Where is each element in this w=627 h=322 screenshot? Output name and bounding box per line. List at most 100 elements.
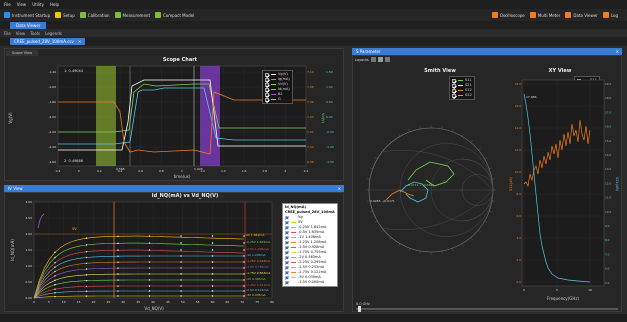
menu-item-help[interactable]: Help [50, 2, 59, 7]
toolbar-button-measurement[interactable]: Measurement [114, 12, 150, 18]
x-tick-label: 80 [270, 300, 274, 304]
tab-data-viewer[interactable]: Data Viewer [10, 21, 47, 29]
checkbox[interactable] [285, 245, 289, 250]
iv-point [117, 249, 119, 251]
x-tick-label: 10 [588, 288, 592, 292]
legend-item[interactable]: G [265, 97, 290, 102]
checkbox[interactable] [452, 78, 456, 83]
toolbar-button-compact-model[interactable]: Compact Model [155, 12, 194, 18]
legend-swatch [458, 90, 463, 91]
checkbox[interactable] [285, 215, 289, 220]
checkbox[interactable] [285, 225, 289, 230]
checkbox[interactable] [265, 92, 269, 97]
smith-tick [452, 248, 454, 252]
checkbox[interactable] [285, 240, 289, 245]
toolbar-button-oscilloscope[interactable]: Oscilloscope [491, 12, 525, 18]
submenu-item-view[interactable]: View [16, 31, 26, 36]
iv-legend[interactable]: Id_NQ(mA) CREE_pulsed_28V_100mA Vg 0V -0.25V… [282, 203, 338, 287]
checkbox[interactable] [285, 255, 289, 260]
checkbox[interactable] [452, 88, 456, 93]
toolbar-button-multi-meter[interactable]: Multi Meter [529, 12, 560, 18]
x-tick-label: 5 [556, 288, 558, 292]
iv-point [180, 273, 182, 275]
menu-item-view[interactable]: View [17, 2, 27, 7]
iv-point [243, 249, 245, 251]
toolbar-button-calibration[interactable]: Calibration [79, 12, 110, 18]
submenu-item-legends[interactable]: Legends [45, 31, 62, 36]
toolbar-label: Data Viewer [573, 12, 598, 18]
y-tick-label: 6.0 [517, 214, 522, 218]
y-tick-label: -1.00 [326, 145, 334, 149]
layout-grid-icon[interactable] [384, 57, 390, 62]
y-tick-label: -1.40 [48, 70, 56, 74]
checkbox[interactable] [452, 93, 456, 98]
layout-single-icon[interactable] [370, 57, 376, 62]
toolbar-button-data-viewer[interactable]: Data Viewer [565, 12, 598, 18]
checkbox[interactable] [265, 72, 269, 77]
iv-point [117, 285, 119, 287]
checkbox[interactable] [285, 260, 289, 265]
iv-point [180, 290, 182, 292]
checkbox[interactable] [285, 265, 289, 270]
close-icon[interactable]: ✕ [338, 186, 341, 191]
y-tick-label: 2.00 [25, 232, 32, 236]
checkbox[interactable] [265, 97, 269, 102]
checkbox[interactable] [285, 270, 289, 275]
tab-scope-view[interactable]: Scope View [6, 50, 39, 56]
iv-tab-label[interactable]: IV View [8, 186, 23, 191]
iv-point [54, 266, 56, 268]
xy-y-axis-label-right: S21(dB) [615, 177, 619, 192]
iv-curve-label: -1.5V 0.755mA [246, 265, 269, 269]
close-icon[interactable]: ✕ [616, 49, 619, 54]
xy-chart[interactable]: 18.0 16.0 14.0 12.0 10.0 8.0 6.0 4.0 2.0 0.0 19.0… [508, 74, 620, 302]
iv-point [211, 261, 214, 263]
checkbox[interactable] [265, 82, 269, 87]
iv-point [148, 235, 151, 237]
x-tick-label: 20 [92, 300, 96, 304]
checkbox[interactable] [285, 230, 289, 235]
y-tick-label: 14.0 [605, 153, 611, 157]
scope-chart[interactable]: -1.40 -1.60 -1.80 -2.00 -2.20 -2.40 -2.60 7.10… [4, 62, 344, 180]
marker-band-a[interactable] [96, 66, 116, 166]
iv-point [211, 267, 214, 269]
toolbar-button-setup[interactable]: Setup [55, 12, 75, 18]
frequency-slider-handle[interactable] [358, 306, 361, 312]
submenu-item-tools[interactable]: Tools [30, 31, 40, 36]
status-bar [0, 314, 627, 322]
checkbox[interactable] [285, 220, 289, 225]
iv-point [180, 295, 182, 297]
toolbar-icon [4, 12, 10, 18]
checkbox[interactable] [265, 77, 269, 82]
menu-item-file[interactable]: File [4, 2, 11, 7]
iv-point [85, 251, 88, 253]
x-tick-label: 2.2 [304, 169, 309, 173]
menu-item-utility[interactable]: Utility [32, 2, 44, 7]
smith-legend[interactable]: S11 S21 S12 S22 [449, 76, 475, 100]
x-tick-label: 2 [284, 169, 286, 173]
scope-legend[interactable]: Vg(V) Ig(mA) Vd(V) Id(mA) B2 G [262, 70, 293, 104]
submenu-item-file[interactable]: File [4, 31, 11, 36]
checkbox[interactable] [285, 275, 289, 280]
close-icon[interactable]: ✕ [78, 39, 81, 44]
toolbar-icon [529, 12, 536, 18]
legend-item[interactable]: -3.5V 0.000mA [285, 280, 335, 285]
smith-chart[interactable]: 0.0265 - j0.0171 0.2711 + j0.5481 [356, 110, 506, 270]
smith-tick [461, 133, 464, 137]
checkbox[interactable] [265, 87, 269, 92]
tab-file[interactable]: CREE_pulsed_28V_100mA.csv ✕ [10, 38, 86, 45]
frequency-slider[interactable] [356, 308, 618, 310]
checkbox[interactable] [285, 235, 289, 240]
checkbox[interactable] [452, 83, 456, 88]
toolbar-button-instrument-startup[interactable]: Instrument Startup [4, 12, 50, 18]
sparam-panel-header: S Parameter ✕ [352, 48, 622, 55]
iv-point [243, 255, 245, 257]
layout-split-icon[interactable] [377, 57, 383, 62]
checkbox[interactable] [285, 250, 289, 255]
toolbar-button-log[interactable]: Log [602, 12, 618, 18]
y-tick-label: 18.0 [515, 82, 521, 86]
legend-item[interactable]: S22 [452, 93, 472, 98]
checkbox[interactable] [285, 280, 289, 285]
legend-swatch [271, 94, 276, 95]
y-tick-label: 1.50 [25, 248, 32, 252]
x-tick-label: 50 [181, 300, 185, 304]
